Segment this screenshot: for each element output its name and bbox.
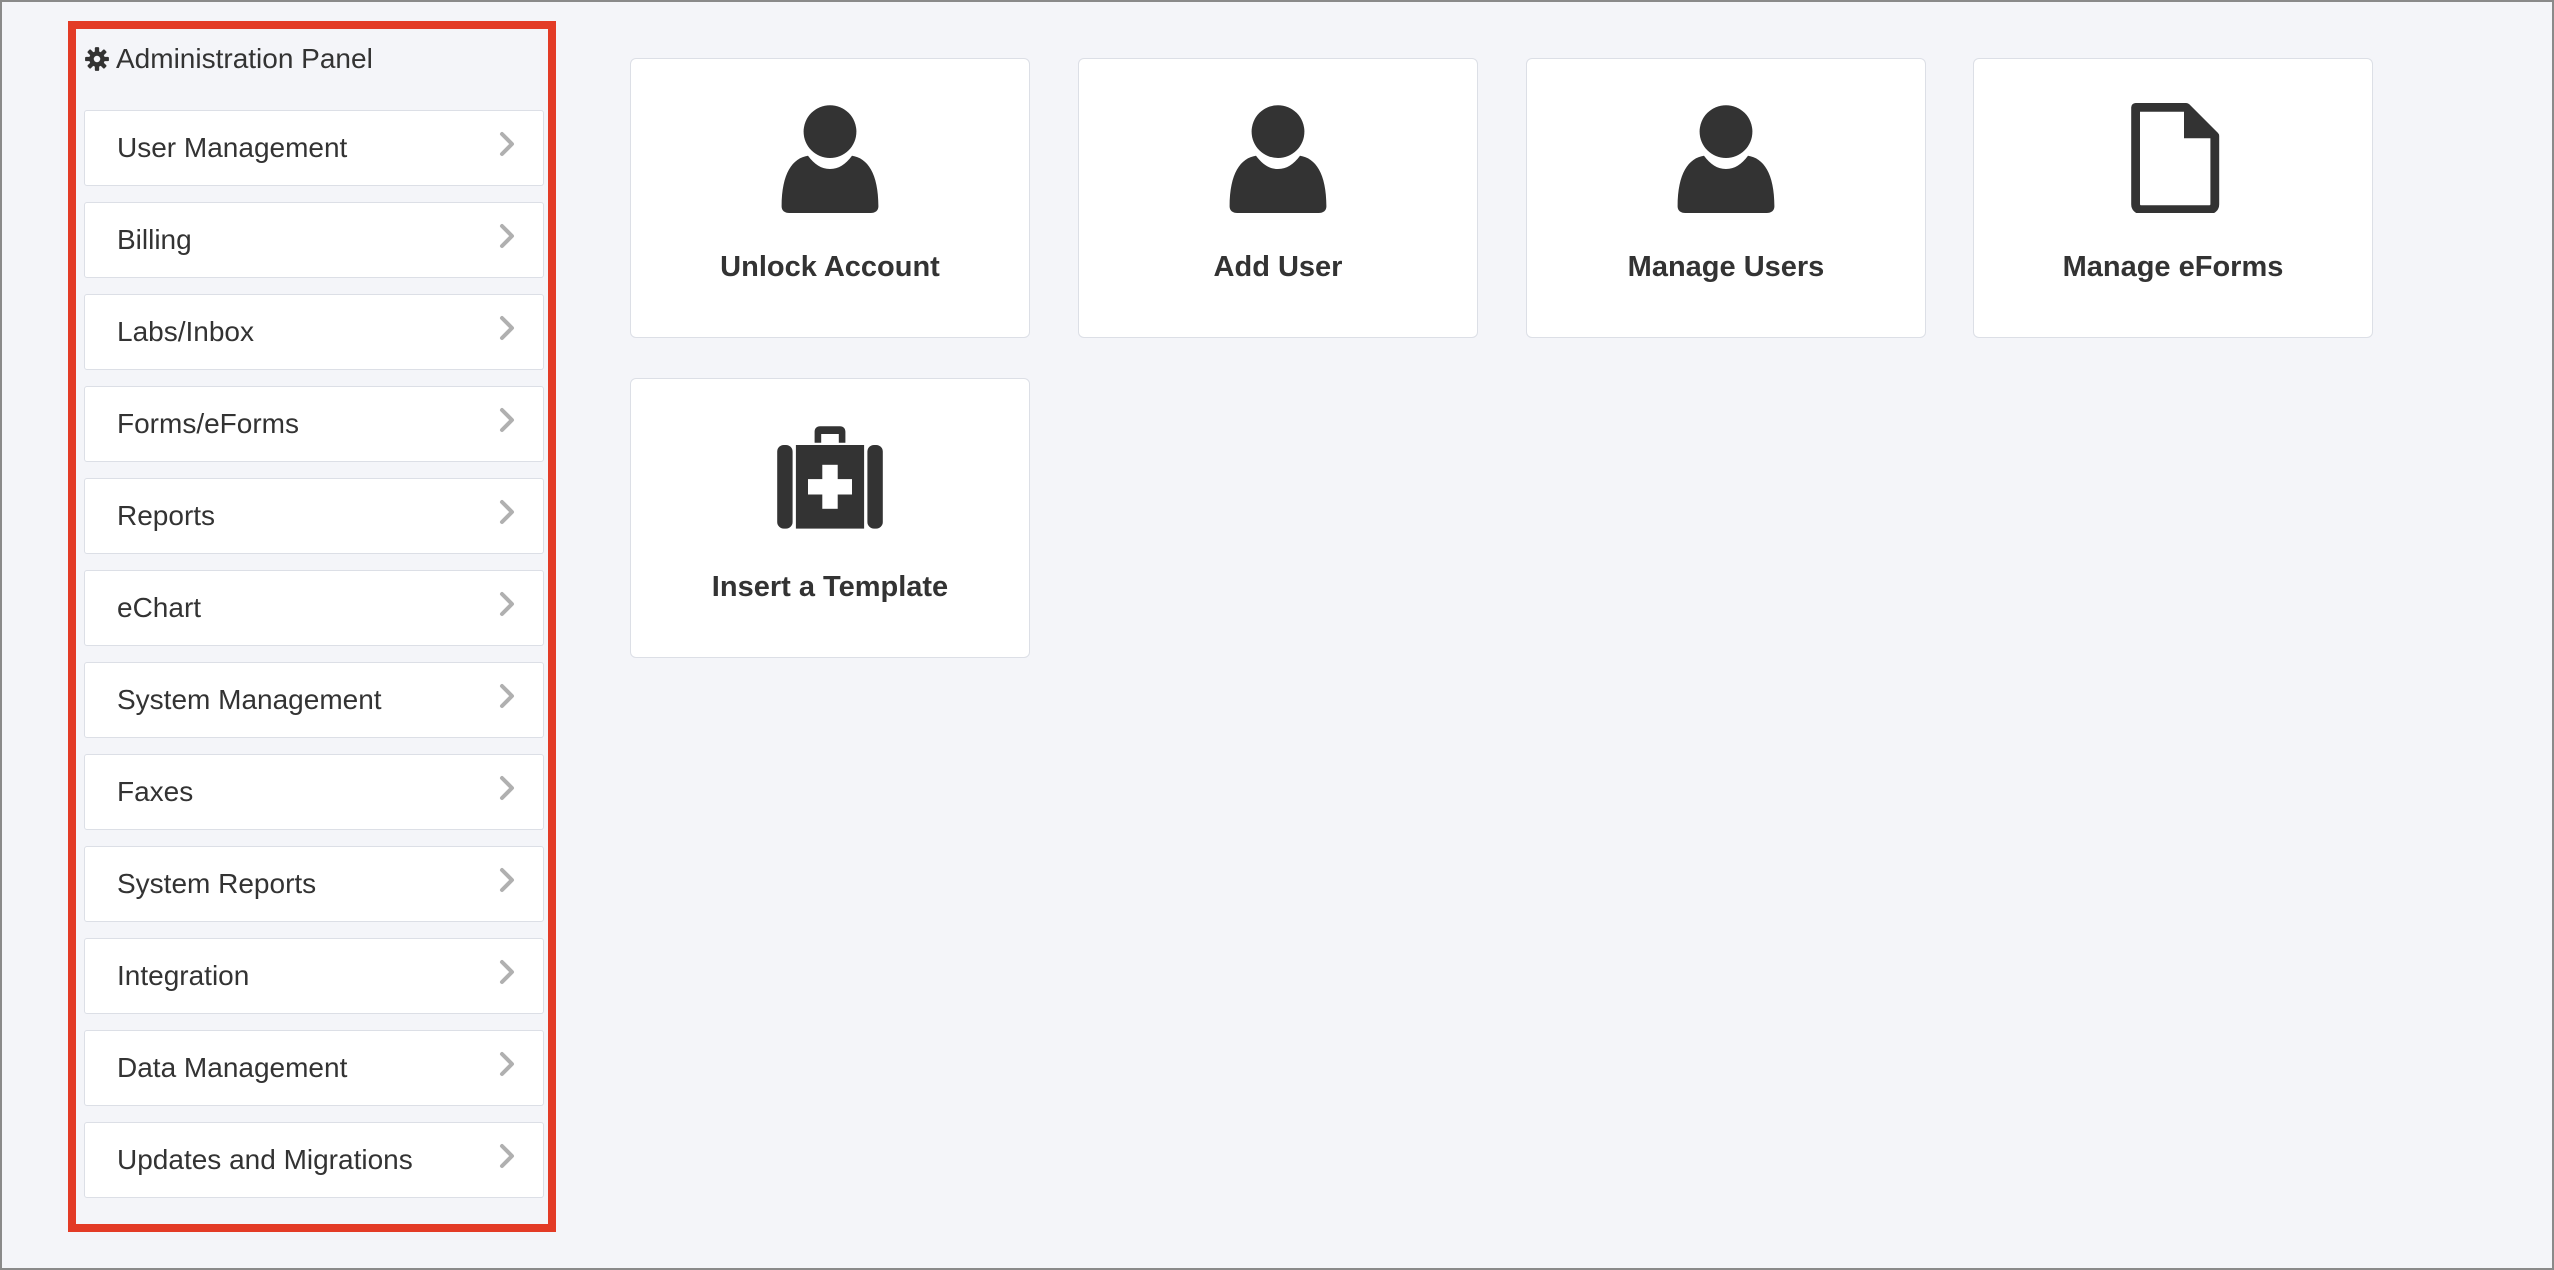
tile-label: Manage eForms [2062,251,2284,283]
sidebar-item-updates-and-migrations[interactable]: Updates and Migrations [84,1122,544,1198]
sidebar-item-label: Updates and Migrations [117,1144,413,1175]
tile-manage-eforms[interactable]: Manage eForms [1973,58,2373,338]
sidebar-item-labs-inbox[interactable]: Labs/Inbox [84,294,544,370]
chevron-right-icon [500,960,514,984]
tile-label: Manage Users [1627,251,1825,283]
tile-unlock-account[interactable]: Unlock Account [630,58,1030,338]
gear-icon [85,47,109,71]
sidebar-item-label: eChart [117,592,202,623]
tile-manage-users[interactable]: Manage Users [1526,58,1926,338]
tile-label: Insert a Template [711,571,949,603]
chevron-right-icon [500,408,514,432]
sidebar-item-system-reports[interactable]: System Reports [84,846,544,922]
sidebar-item-billing[interactable]: Billing [84,202,544,278]
chevron-right-icon [500,776,514,800]
tile-label: Add User [1213,251,1343,283]
chevron-right-icon [500,684,514,708]
chevron-right-icon [500,1052,514,1076]
user-icon [781,105,879,213]
panel-title: Administration Panel [116,43,373,74]
panel-heading: Administration Panel [84,40,373,78]
sidebar-item-integration[interactable]: Integration [84,938,544,1014]
sidebar-item-reports[interactable]: Reports [84,478,544,554]
sidebar-item-label: Faxes [117,776,194,807]
file-icon [2131,103,2220,213]
chevron-right-icon [500,1144,514,1168]
sidebar-item-user-management[interactable]: User Management [84,110,544,186]
sidebar-item-label: Forms/eForms [117,408,299,439]
sidebar-item-label: Billing [117,224,192,255]
sidebar-item-label: Labs/Inbox [117,316,254,347]
sidebar-item-faxes[interactable]: Faxes [84,754,544,830]
chevron-right-icon [500,132,514,156]
tile-add-user[interactable]: Add User [1078,58,1478,338]
tile-label: Unlock Account [720,251,940,283]
sidebar-item-label: User Management [117,132,348,163]
sidebar-item-data-management[interactable]: Data Management [84,1030,544,1106]
sidebar-item-label: Integration [117,960,250,991]
medkit-icon [777,426,883,529]
sidebar-item-label: System Reports [117,868,317,899]
chevron-right-icon [500,868,514,892]
tile-insert-template[interactable]: Insert a Template [630,378,1030,658]
chevron-right-icon [500,500,514,524]
chevron-right-icon [500,224,514,248]
sidebar-item-label: System Management [117,684,382,715]
sidebar-item-forms-eforms[interactable]: Forms/eForms [84,386,544,462]
sidebar-item-label: Reports [117,500,216,531]
user-icon [1677,105,1775,213]
chevron-right-icon [500,592,514,616]
sidebar-item-label: Data Management [117,1052,348,1083]
sidebar-item-system-management[interactable]: System Management [84,662,544,738]
user-icon [1229,105,1327,213]
sidebar-item-echart[interactable]: eChart [84,570,544,646]
chevron-right-icon [500,316,514,340]
admin-nav-list: User Management Billing Labs/Inbox Forms… [84,110,546,1214]
